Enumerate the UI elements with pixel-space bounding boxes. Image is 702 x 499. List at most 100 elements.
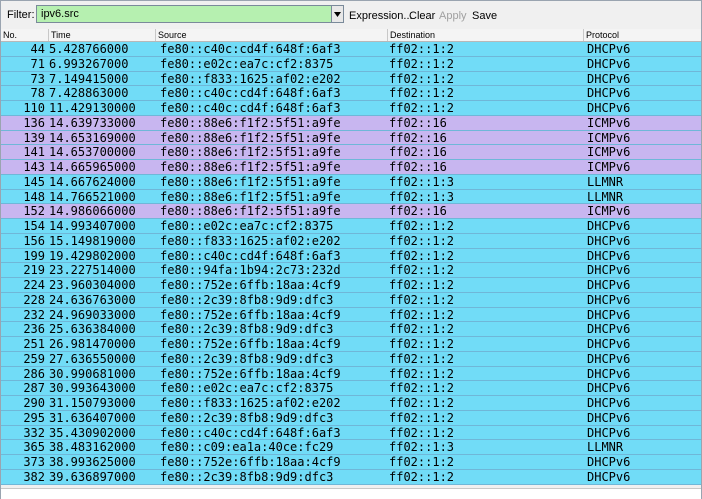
table-row[interactable]: 152 14.986066000 fe80::88e6:f1f2:5f51:a9fe… xyxy=(1,204,701,219)
packet-number: 145 xyxy=(23,174,45,189)
packet-number: 139 xyxy=(23,130,45,145)
table-row[interactable]: 143 14.665965000 fe80::88e6:f1f2:5f51:a9fe… xyxy=(1,160,701,175)
table-row[interactable]: 44 5.428766000 fe80::c40c:cd4f:648f:6af3 ff… xyxy=(1,42,701,57)
packet-protocol: ICMPv6 xyxy=(587,145,631,160)
packet-time: 23.960304000 xyxy=(49,278,136,292)
table-row[interactable]: 332 35.430902000 fe80::c40c:cd4f:648f:6af3… xyxy=(1,425,701,441)
column-header-source[interactable]: Source xyxy=(155,29,387,41)
table-row[interactable]: 71 6.993267000 fe80::e02c:ea7c:cf2:8375 ff0… xyxy=(1,56,701,72)
packet-number: 44 xyxy=(30,42,45,56)
save-button[interactable]: Save xyxy=(472,10,497,22)
packet-time: 31.636407000 xyxy=(49,410,136,425)
packet-destination: ff02::1:2 xyxy=(389,86,455,101)
table-row[interactable]: 287 30.993643000 fe80::e02c:ea7c:cf2:8375 f… xyxy=(1,381,701,396)
column-header-destination[interactable]: Destination xyxy=(387,29,583,41)
table-row[interactable]: 232 24.969033000 fe80::752e:6ffb:18aa:4cf9… xyxy=(1,307,701,323)
table-row[interactable]: 148 14.766521000 fe80::88e6:f1f2:5f51:a9fe… xyxy=(1,189,701,205)
packet-protocol: DHCPv6 xyxy=(587,425,631,440)
packet-number: 251 xyxy=(23,337,45,351)
packet-destination: ff02::16 xyxy=(389,145,447,160)
table-row[interactable]: 365 38.483162000 fe80::c09:ea1a:40ce:fc29 f… xyxy=(1,440,701,455)
horizontal-scrollbar[interactable] xyxy=(1,488,701,499)
packet-protocol: DHCPv6 xyxy=(587,248,631,263)
table-row[interactable]: 236 25.636384000 fe80::2c39:8fb8:9d9:dfc3 f… xyxy=(1,322,701,337)
packet-destination: ff02::1:2 xyxy=(389,322,455,337)
packet-time: 11.429130000 xyxy=(49,101,136,115)
table-row[interactable]: 286 30.990681000 fe80::752e:6ffb:18aa:4cf9… xyxy=(1,366,701,382)
table-row[interactable]: 295 31.636407000 fe80::2c39:8fb8:9d9:dfc3 f… xyxy=(1,410,701,426)
packet-destination: ff02::1:2 xyxy=(389,292,455,307)
packet-destination: ff02::1:2 xyxy=(389,56,455,71)
filter-dropdown-button[interactable] xyxy=(331,5,344,23)
packet-number: 152 xyxy=(23,204,45,219)
table-row[interactable]: 228 24.636763000 fe80::2c39:8fb8:9d9:dfc3 f… xyxy=(1,292,701,308)
column-header-no[interactable]: No. xyxy=(1,29,48,41)
packet-protocol: LLMNR xyxy=(587,189,624,204)
column-header-protocol[interactable]: Protocol xyxy=(583,29,701,41)
packet-number: 156 xyxy=(23,233,45,248)
packet-protocol: DHCPv6 xyxy=(587,366,631,381)
packet-list: 44 5.428766000 fe80::c40c:cd4f:648f:6af3 ff… xyxy=(1,42,701,485)
table-row[interactable]: 110 11.429130000 fe80::c40c:cd4f:648f:6af3… xyxy=(1,101,701,116)
filter-input[interactable] xyxy=(36,5,332,23)
packet-destination: ff02::1:2 xyxy=(389,42,455,56)
table-row[interactable]: 224 23.960304000 fe80::752e:6ffb:18aa:4cf9… xyxy=(1,278,701,293)
table-row[interactable]: 78 7.428863000 fe80::c40c:cd4f:648f:6af3 ff… xyxy=(1,86,701,101)
table-row[interactable]: 199 19.429802000 fe80::c40c:cd4f:648f:6af3… xyxy=(1,248,701,264)
packet-time: 19.429802000 xyxy=(49,248,136,263)
packet-time: 39.636897000 xyxy=(49,469,136,484)
table-row[interactable]: 382 39.636897000 fe80::2c39:8fb8:9d9:dfc3 f… xyxy=(1,469,701,485)
packet-time: 7.149415000 xyxy=(49,71,129,86)
packet-number: 136 xyxy=(23,115,45,130)
clear-button[interactable]: Clear xyxy=(409,10,435,22)
chevron-down-icon xyxy=(334,11,341,17)
table-row[interactable]: 290 31.150793000 fe80::f833:1625:af02:e202… xyxy=(1,396,701,411)
packet-destination: ff02::1:2 xyxy=(389,366,455,381)
packet-protocol: DHCPv6 xyxy=(587,86,631,101)
packet-source: fe80::88e6:f1f2:5f51:a9fe xyxy=(160,160,341,174)
packet-time: 14.653169000 xyxy=(49,130,136,145)
table-row[interactable]: 373 38.993625000 fe80::752e:6ffb:18aa:4cf9… xyxy=(1,455,701,470)
table-row[interactable]: 139 14.653169000 fe80::88e6:f1f2:5f51:a9fe… xyxy=(1,130,701,146)
packet-source: fe80::2c39:8fb8:9d9:dfc3 xyxy=(160,469,334,484)
packet-destination: ff02::1:2 xyxy=(389,248,455,263)
packet-time: 14.667624000 xyxy=(49,174,136,189)
packet-protocol: ICMPv6 xyxy=(587,160,631,174)
packet-source: fe80::752e:6ffb:18aa:4cf9 xyxy=(160,455,341,469)
packet-time: 14.639733000 xyxy=(49,115,136,130)
table-row[interactable]: 73 7.149415000 fe80::f833:1625:af02:e202 ff… xyxy=(1,71,701,87)
table-row[interactable]: 251 26.981470000 fe80::752e:6ffb:18aa:4cf9… xyxy=(1,337,701,352)
packet-number: 365 xyxy=(23,440,45,455)
packet-time: 15.149819000 xyxy=(49,233,136,248)
packet-protocol: DHCPv6 xyxy=(587,351,631,366)
packet-source: fe80::88e6:f1f2:5f51:a9fe xyxy=(160,145,341,160)
apply-button[interactable]: Apply xyxy=(439,10,467,22)
packet-source: fe80::e02c:ea7c:cf2:8375 xyxy=(160,381,334,396)
packet-destination: ff02::1:2 xyxy=(389,469,455,484)
packet-number: 228 xyxy=(23,292,45,307)
packet-destination: ff02::1:2 xyxy=(389,381,455,396)
packet-destination: ff02::1:2 xyxy=(389,425,455,440)
packet-time: 5.428766000 xyxy=(49,42,129,56)
packet-destination: ff02::1:3 xyxy=(389,440,455,455)
table-row[interactable]: 259 27.636550000 fe80::2c39:8fb8:9d9:dfc3 f… xyxy=(1,351,701,367)
packet-source: fe80::c40c:cd4f:648f:6af3 xyxy=(160,425,341,440)
packet-protocol: DHCPv6 xyxy=(587,233,631,248)
packet-number: 219 xyxy=(23,263,45,278)
packet-source: fe80::2c39:8fb8:9d9:dfc3 xyxy=(160,410,334,425)
packet-number: 78 xyxy=(30,86,45,101)
column-header-time[interactable]: Time xyxy=(48,29,155,41)
table-row[interactable]: 145 14.667624000 fe80::88e6:f1f2:5f51:a9fe… xyxy=(1,174,701,190)
packet-protocol: LLMNR xyxy=(587,440,624,455)
table-row[interactable]: 219 23.227514000 fe80::94fa:1b94:2c73:232d… xyxy=(1,263,701,278)
packet-time: 30.993643000 xyxy=(49,381,136,396)
table-row[interactable]: 141 14.653700000 fe80::88e6:f1f2:5f51:a9fe… xyxy=(1,145,701,160)
packet-protocol: DHCPv6 xyxy=(587,469,631,484)
table-row[interactable]: 136 14.639733000 fe80::88e6:f1f2:5f51:a9fe… xyxy=(1,115,701,131)
packet-list-header: No. Time Source Destination Protocol xyxy=(1,29,701,42)
packet-number: 382 xyxy=(23,469,45,484)
packet-destination: ff02::1:2 xyxy=(389,101,455,115)
table-row[interactable]: 154 14.993407000 fe80::e02c:ea7c:cf2:8375 f… xyxy=(1,219,701,234)
expression-button[interactable]: Expression... xyxy=(349,10,413,22)
table-row[interactable]: 156 15.149819000 fe80::f833:1625:af02:e202… xyxy=(1,233,701,249)
